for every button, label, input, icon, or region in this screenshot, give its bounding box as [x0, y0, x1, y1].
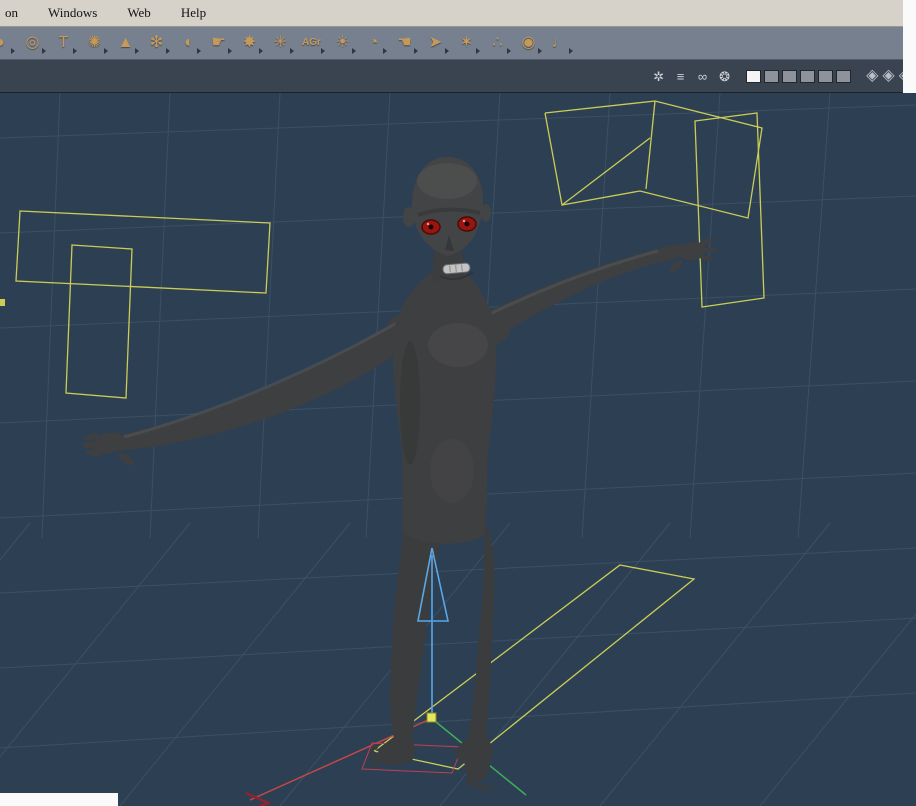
hand-tool-icon[interactable]: ☚ — [391, 30, 418, 57]
spider-tool-icon[interactable]: ✶ — [453, 30, 480, 57]
terrain-tool-icon[interactable]: ▲ — [112, 30, 139, 57]
character-mouth — [442, 262, 471, 275]
fur-ball-tool-icon[interactable]: ✺ — [81, 30, 108, 57]
brush-tip-tool-icon[interactable]: ◗ — [0, 30, 15, 57]
starburst-tool-icon[interactable]: ✳ — [267, 30, 294, 57]
tool-shelf: ◗ ◎ T ✺ ▲ ✻ ◖ ☛ ✸ ✳ AGr ☀ ◔ ☚ ➤ ✶ ∴ ◉ ♩ — [0, 27, 903, 60]
bars-display-icon[interactable]: ≡ — [672, 70, 689, 83]
shell-tool-icon[interactable]: ◔ — [360, 30, 387, 57]
shading-mode-5[interactable] — [818, 69, 834, 83]
shading-mode-6[interactable] — [836, 69, 852, 83]
display-options-bar: ✲ ≡ ∞ ❂ ◈ ◈ ◈ — [0, 60, 916, 93]
ring-tool-icon[interactable]: ◉ — [515, 30, 542, 57]
mound-tool-icon[interactable]: ◖ — [174, 30, 201, 57]
menu-item-truncated[interactable]: on — [2, 3, 21, 23]
shield-display-icon-2[interactable]: ◈ — [882, 68, 894, 84]
side-shadow — [400, 341, 420, 465]
binoculars-display-icon[interactable]: ∞ — [694, 70, 711, 83]
white-strip-bottom-left — [0, 793, 118, 806]
landscape-tool-icon[interactable]: ☀ — [329, 30, 356, 57]
menu-item-web[interactable]: Web — [124, 3, 154, 23]
dart-tool-icon[interactable]: ➤ — [422, 30, 449, 57]
menu-item-help[interactable]: Help — [178, 3, 209, 23]
finger-tool-icon[interactable]: ☛ — [205, 30, 232, 57]
shading-mode-group — [746, 69, 852, 83]
shield-display-icon-1[interactable]: ◈ — [866, 68, 878, 84]
menu-item-windows[interactable]: Windows — [45, 3, 100, 23]
shading-mode-3[interactable] — [782, 69, 798, 83]
shading-mode-selected[interactable] — [746, 69, 762, 83]
manipulator-center-handle[interactable] — [426, 712, 437, 723]
particles-display-icon[interactable]: ✲ — [650, 70, 667, 83]
flower-tool-icon[interactable]: ✻ — [143, 30, 170, 57]
shading-mode-4[interactable] — [800, 69, 816, 83]
menu-bar: on Windows Web Help — [0, 0, 903, 27]
white-corner-top-right — [903, 0, 916, 93]
character-model[interactable] — [82, 157, 717, 791]
viewport-3d[interactable] — [0, 93, 916, 806]
text-tool-icon[interactable]: T — [50, 30, 77, 57]
bone-tool-icon[interactable]: ♩ — [546, 30, 573, 57]
chest-highlight — [428, 323, 488, 367]
target-tool-icon[interactable]: ◎ — [19, 30, 46, 57]
agr-tool-icon[interactable]: AGr — [298, 30, 325, 57]
shading-mode-2[interactable] — [764, 69, 780, 83]
nodes-tool-icon[interactable]: ∴ — [484, 30, 511, 57]
belly-highlight — [430, 439, 474, 503]
splash-tool-icon[interactable]: ✸ — [236, 30, 263, 57]
wheel-display-icon[interactable]: ❂ — [716, 70, 733, 83]
